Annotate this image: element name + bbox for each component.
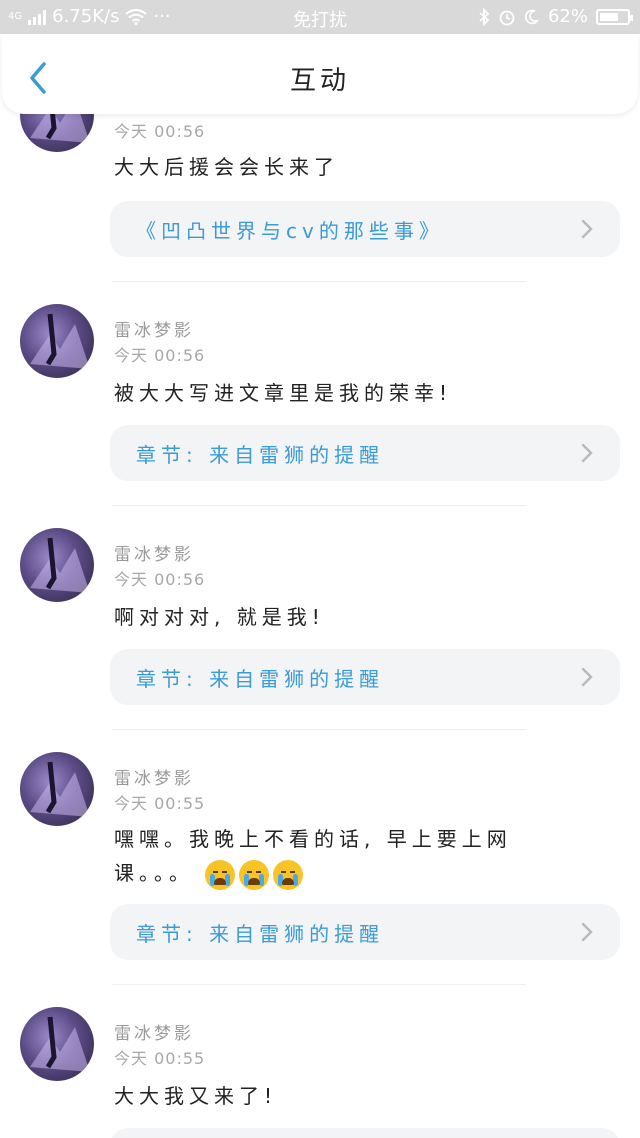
- battery-percent: 62%: [547, 6, 588, 27]
- interaction-feed: 今天 00:56 大大后援会会长来了 《凹凸世界与cv的那些事》 雷冰梦影 今天…: [0, 0, 640, 1138]
- avatar[interactable]: [20, 752, 94, 826]
- source-link-text: 《凹凸世界与cv的那些事》: [136, 219, 444, 243]
- page-header: 互动: [2, 34, 638, 114]
- username[interactable]: 雷冰梦影: [114, 316, 194, 341]
- chapter-link-card[interactable]: 章节: 来自雷狮的提醒: [110, 425, 620, 481]
- avatar[interactable]: [20, 528, 94, 602]
- chapter-link-card[interactable]: [110, 1128, 620, 1138]
- divider: [112, 984, 526, 985]
- comment-time: 今天 00:56: [114, 346, 206, 365]
- divider: [112, 729, 526, 730]
- comment-time: 今天 00:56: [114, 122, 206, 141]
- comment-text-fragment: 课。。。: [114, 861, 194, 885]
- comment-time: 今天 00:56: [114, 570, 206, 589]
- source-link-card[interactable]: 《凹凸世界与cv的那些事》: [110, 201, 620, 257]
- crying-face-icon: [239, 859, 270, 890]
- divider: [112, 505, 526, 506]
- crying-face-icon: [205, 859, 236, 890]
- chapter-link-text: 章节: 来自雷狮的提醒: [136, 922, 385, 946]
- comment-time: 今天 00:55: [114, 1049, 206, 1068]
- chapter-link-text: 章节: 来自雷狮的提醒: [136, 443, 385, 467]
- crying-face-icon: [273, 859, 304, 890]
- bluetooth-icon: [479, 7, 490, 26]
- status-bar: 4G 6.75K/s ··· 免打扰 62%: [0, 0, 640, 34]
- moon-icon: [525, 9, 539, 24]
- avatar[interactable]: [20, 1007, 94, 1081]
- chevron-right-icon: [581, 922, 593, 942]
- comment-text: 大大后援会会长来了: [114, 155, 339, 179]
- alarm-icon: [499, 10, 515, 25]
- status-right: 62%: [478, 6, 633, 27]
- comment-text-line: 嘿嘿。我晚上不看的话, 早上要上网: [114, 827, 512, 851]
- comment-text: 嘿嘿。我晚上不看的话, 早上要上网 课。。。: [114, 822, 554, 890]
- comment-text: 啊对对对, 就是我!: [114, 605, 325, 629]
- comment-text-line: 课。。。: [114, 856, 554, 890]
- avatar[interactable]: [20, 304, 94, 378]
- comment-text: 被大大写进文章里是我的荣幸!: [114, 381, 453, 405]
- chevron-right-icon: [581, 443, 593, 463]
- battery-icon: [596, 8, 633, 25]
- chapter-link-card[interactable]: 章节: 来自雷狮的提醒: [110, 904, 620, 960]
- username[interactable]: 雷冰梦影: [114, 540, 194, 565]
- chevron-right-icon: [581, 667, 593, 687]
- username[interactable]: 雷冰梦影: [114, 1019, 194, 1044]
- page-title: 互动: [289, 66, 350, 96]
- divider: [112, 281, 526, 282]
- chapter-link-card[interactable]: 章节: 来自雷狮的提醒: [110, 649, 620, 705]
- chevron-right-icon: [581, 219, 593, 239]
- comment-text: 大大我又来了!: [114, 1084, 278, 1108]
- username[interactable]: 雷冰梦影: [114, 764, 194, 789]
- chapter-link-text: 章节: 来自雷狮的提醒: [136, 667, 385, 691]
- comment-time: 今天 00:55: [114, 794, 206, 813]
